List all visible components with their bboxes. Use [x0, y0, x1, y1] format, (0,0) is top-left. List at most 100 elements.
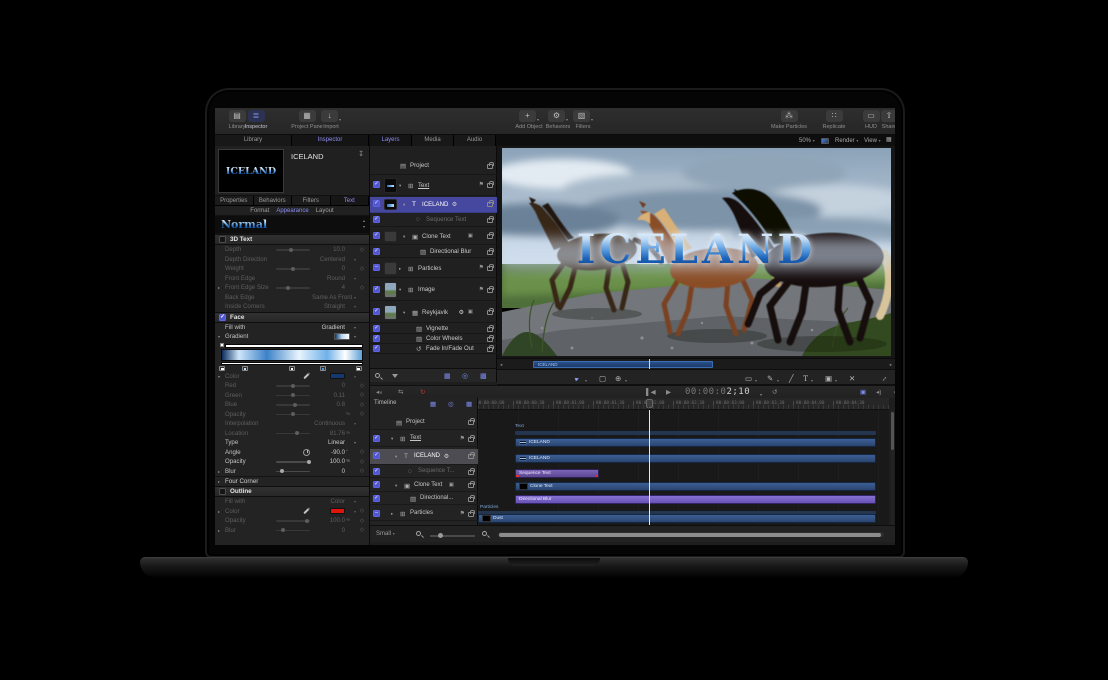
preview-pin-icon[interactable]: ↧: [358, 150, 364, 158]
selected-stop-marker[interactable]: [220, 343, 224, 347]
flag-icon[interactable]: ⚑: [479, 264, 484, 271]
keyframe-icon[interactable]: ◇: [358, 518, 366, 524]
param-value[interactable]: 4: [312, 284, 345, 291]
slider-knob[interactable]: [280, 469, 284, 473]
audio-icon[interactable]: ◂): [876, 389, 881, 397]
expand-canvas-icon[interactable]: ↕: [880, 373, 889, 382]
layer-row-particles[interactable]: –▸⊞Particles⚑: [370, 260, 497, 278]
cut-tool-icon[interactable]: ✕: [849, 374, 855, 383]
flag-icon[interactable]: ⚑: [460, 435, 465, 442]
canvas-viewport[interactable]: ICELAND: [502, 148, 891, 356]
disclosure-triangle-icon[interactable]: ▾: [218, 334, 225, 339]
timeline-tracks[interactable]: TextICELANDICELANDSequence TextClone Tex…: [478, 410, 889, 525]
visibility-checkbox[interactable]: ✓: [373, 200, 380, 207]
lock-icon[interactable]: [487, 183, 493, 188]
param-value[interactable]: 0: [312, 265, 345, 272]
slider-knob[interactable]: [289, 248, 293, 252]
color-swatch[interactable]: [330, 373, 345, 379]
mini-timeline-start-icon[interactable]: ◂: [500, 362, 502, 368]
gradient-editor[interactable]: [215, 342, 369, 372]
disclosure-triangle-icon[interactable]: ▾: [395, 483, 397, 489]
toolbar-import-button[interactable]: ↓▾Import: [311, 110, 351, 130]
visibility-checkbox[interactable]: ✓: [373, 495, 380, 502]
timeline-ruler[interactable]: 00:00:00;0000:00:00;3000:00:01;0000:00:0…: [478, 398, 889, 410]
lock-icon[interactable]: [487, 288, 493, 293]
param-value[interactable]: Color: [312, 498, 345, 505]
pane-tab-audio[interactable]: Audio: [454, 135, 496, 146]
color-swatch[interactable]: [330, 508, 345, 514]
eyedropper-icon[interactable]: [303, 373, 309, 379]
inspector-tab-filters[interactable]: Filters: [292, 196, 331, 205]
layer-row-clone-text[interactable]: ✓▾▣Clone Text▣: [370, 229, 497, 245]
slider-knob[interactable]: [291, 384, 295, 388]
param-slider[interactable]: [276, 395, 310, 397]
visibility-checkbox[interactable]: ✓: [373, 335, 380, 342]
mini-timeline-end-icon[interactable]: ▸: [890, 362, 892, 368]
param-value[interactable]: 100.0: [312, 517, 345, 524]
timeline-zoom-slider[interactable]: [430, 535, 475, 537]
slider-knob[interactable]: [291, 412, 295, 416]
slider-knob[interactable]: [295, 431, 299, 435]
lock-icon[interactable]: [468, 512, 474, 517]
inspector-tab-properties[interactable]: Properties: [215, 196, 254, 205]
layer-row-directional-[interactable]: ✓▨Directional...: [370, 494, 478, 505]
play-icon[interactable]: ▶: [666, 389, 671, 397]
param-value[interactable]: Round: [312, 275, 345, 282]
toolbar-replicate-button[interactable]: ∷Replicate: [814, 110, 854, 130]
lock-icon[interactable]: [487, 266, 493, 271]
disclosure-triangle-icon[interactable]: ▸: [218, 509, 225, 514]
checkbox[interactable]: [219, 488, 226, 495]
disclosure-triangle-icon[interactable]: ▾: [218, 374, 225, 379]
lock-icon[interactable]: [468, 470, 474, 475]
disclosure-triangle-icon[interactable]: ▸: [218, 479, 225, 484]
param-value[interactable]: 0.8: [312, 401, 345, 408]
lock-icon[interactable]: [487, 202, 493, 207]
layer-row-project[interactable]: ▤Project: [370, 416, 478, 430]
param-value[interactable]: Gradient: [312, 324, 345, 331]
param-slider[interactable]: [276, 414, 310, 416]
timeline-clip-iceland[interactable]: ICELAND: [515, 438, 876, 447]
visibility-checkbox[interactable]: ✓: [373, 308, 380, 315]
zoom-in-icon[interactable]: [482, 531, 487, 536]
panel-tab-library[interactable]: Library: [215, 135, 292, 146]
param-slider[interactable]: [276, 433, 310, 435]
transform-tool-icon[interactable]: ▢: [599, 374, 606, 383]
timeline-clip-sequence-text[interactable]: Sequence Text: [515, 469, 599, 478]
visibility-checkbox[interactable]: ✓: [373, 468, 380, 475]
loop-playback-icon[interactable]: ↺: [772, 389, 777, 397]
previous-frame-icon[interactable]: ▌◀: [646, 389, 656, 397]
toolbar-inspector-button[interactable]: ≣Inspector: [236, 110, 276, 130]
keyframe-icon[interactable]: ◇: [358, 449, 366, 455]
render-menu[interactable]: Render ▾: [835, 135, 858, 146]
keyframe-icon[interactable]: ◇: [358, 266, 366, 272]
gear-icon[interactable]: ⚙: [452, 201, 457, 208]
record-icon[interactable]: ↻: [420, 389, 425, 397]
param-value[interactable]: 0: [312, 468, 345, 475]
checkbox[interactable]: ✓: [219, 314, 226, 321]
layer-row-clone-text[interactable]: ✓▾▣Clone Text▣: [370, 480, 478, 492]
param-slider[interactable]: [276, 268, 310, 270]
flag-icon[interactable]: ⚑: [479, 286, 484, 293]
pane-tab-layers[interactable]: Layers: [370, 135, 412, 146]
layer-row-text[interactable]: ✓▾⊞Text⚑: [370, 176, 497, 196]
chevron-down-icon[interactable]: ▾: [352, 499, 358, 504]
chevron-down-icon[interactable]: ▾: [755, 376, 757, 385]
chevron-down-icon[interactable]: ▾: [835, 376, 837, 385]
disclosure-triangle-icon[interactable]: ▸: [399, 266, 401, 272]
gradient-opacity-bar[interactable]: [225, 344, 363, 348]
gradient-stop[interactable]: [320, 366, 326, 371]
param-value[interactable]: Straight: [312, 303, 345, 310]
gradient-stop[interactable]: [219, 366, 225, 371]
gear-icon[interactable]: ⚙: [444, 453, 449, 460]
param-value[interactable]: 100.0: [312, 458, 345, 465]
disclosure-triangle-icon[interactable]: ▾: [391, 436, 393, 442]
timeline-clip-directional-blur[interactable]: Directional Blur: [515, 495, 876, 504]
inspector-subtab-layout[interactable]: Layout: [316, 208, 334, 214]
chevron-down-icon[interactable]: ▾: [352, 440, 358, 445]
text-style-preset[interactable]: Normal ▴▾: [215, 216, 369, 234]
chevron-down-icon[interactable]: ▾: [352, 304, 358, 309]
layer-row-iceland[interactable]: ✓▾TICELAND⚙: [370, 449, 478, 465]
disclosure-triangle-icon[interactable]: ▸: [218, 469, 225, 474]
disclosure-triangle-icon[interactable]: ▾: [399, 183, 401, 189]
visibility-checkbox[interactable]: ✓: [373, 452, 380, 459]
